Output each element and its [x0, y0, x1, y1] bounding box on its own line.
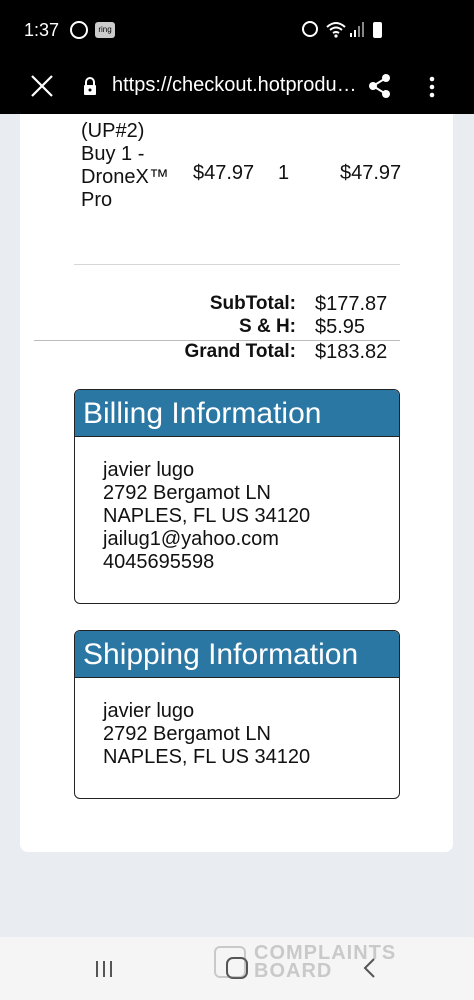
order-item-total: $47.97	[340, 162, 402, 184]
whatsapp-icon	[70, 21, 88, 39]
wifi-icon	[326, 22, 346, 38]
shipping-handling-value: $5.95	[315, 316, 366, 338]
signal-icon	[350, 22, 364, 37]
watermark-text: COMPLAINTS BOARD	[254, 942, 397, 982]
grand-total-label: Grand Total:	[184, 341, 296, 362]
billing-information-title: Billing Information	[75, 390, 399, 437]
billing-name: javier lugo	[103, 459, 195, 481]
item-name-line: Pro	[81, 189, 113, 211]
alarm-icon	[302, 21, 318, 37]
order-item-price: $47.97	[193, 162, 255, 184]
grand-total-value: $183.82	[315, 341, 388, 363]
browser-toolbar: https://checkout.hotproducts...	[0, 62, 474, 114]
order-item-name: (UP#2) Buy 1 - DroneX™ Pro	[81, 120, 181, 212]
item-name-line: (UP#2)	[81, 120, 145, 142]
battery-icon	[373, 22, 382, 38]
ring-app-icon: ring	[95, 22, 115, 38]
divider	[74, 264, 400, 265]
share-icon[interactable]	[366, 72, 394, 100]
shipping-handling-label: S & H:	[239, 316, 296, 337]
url-display[interactable]: https://checkout.hotproducts...	[112, 74, 360, 97]
shipping-information-body: javier lugo 2792 Bergamot LN NAPLES, FL …	[75, 678, 399, 769]
status-bar: 1:37 ring	[0, 0, 474, 62]
shipping-name: javier lugo	[103, 700, 195, 722]
recent-apps-icon[interactable]	[94, 960, 114, 978]
shipping-information-title: Shipping Information	[75, 631, 399, 678]
billing-email: jailug1@yahoo.com	[103, 528, 279, 550]
shipping-street: 2792 Bergamot LN	[103, 723, 271, 745]
more-options-icon[interactable]	[424, 72, 440, 102]
shipping-information-panel: Shipping Information javier lugo 2792 Be…	[74, 630, 400, 799]
subtotal-label: SubTotal:	[209, 293, 296, 314]
watermark: COMPLAINTS BOARD	[214, 942, 428, 982]
close-icon[interactable]	[28, 72, 56, 100]
billing-information-body: javier lugo 2792 Bergamot LN NAPLES, FL …	[75, 437, 399, 574]
item-name-line: Buy 1 -	[81, 143, 145, 165]
billing-information-panel: Billing Information javier lugo 2792 Ber…	[74, 389, 400, 604]
lock-icon	[84, 77, 96, 95]
shipping-city-state-zip: NAPLES, FL US 34120	[103, 746, 311, 768]
billing-phone: 4045695598	[103, 551, 215, 573]
billing-city-state-zip: NAPLES, FL US 34120	[103, 505, 311, 527]
status-time: 1:37	[24, 20, 60, 40]
watermark-logo-icon	[214, 946, 246, 978]
subtotal-value: $177.87	[315, 293, 388, 315]
item-name-line: DroneX™	[81, 166, 169, 188]
order-item-quantity: 1	[278, 162, 290, 184]
billing-street: 2792 Bergamot LN	[103, 482, 271, 504]
